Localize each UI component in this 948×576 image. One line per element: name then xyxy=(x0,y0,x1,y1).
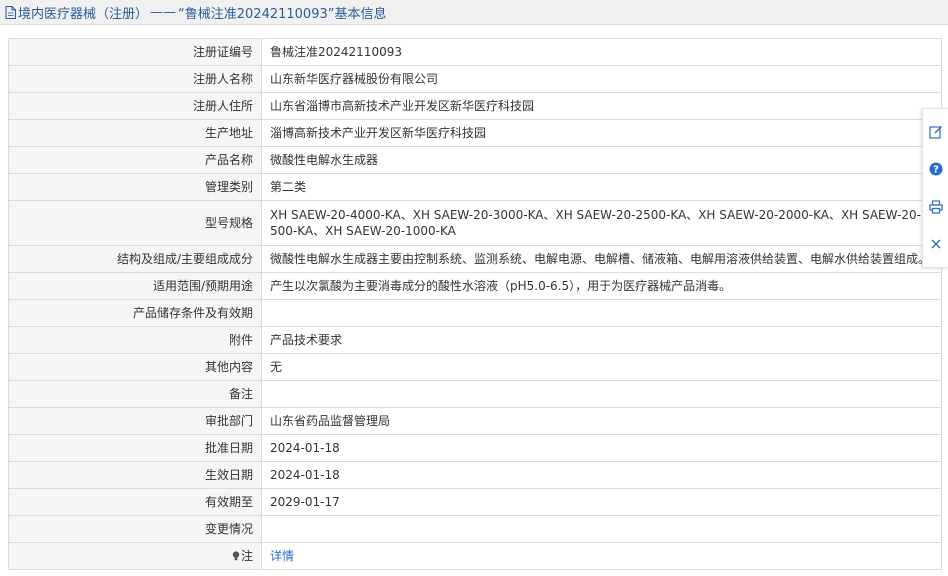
table-row: 管理类别 第二类 xyxy=(8,173,942,201)
row-value xyxy=(261,515,942,543)
row-value: 山东新华医疗器械股份有限公司 xyxy=(261,65,942,93)
row-label: 型号规格 xyxy=(8,200,262,246)
row-value: XH SAEW-20-4000-KA、XH SAEW-20-3000-KA、XH… xyxy=(261,200,942,246)
row-value: 2029-01-17 xyxy=(261,488,942,516)
row-label: 注册证编号 xyxy=(8,38,262,66)
table-row: 附件 产品技术要求 xyxy=(8,326,942,354)
row-value: 微酸性电解水生成器 xyxy=(261,146,942,174)
side-toolbar: ? xyxy=(922,108,948,268)
info-button[interactable]: ? xyxy=(927,160,945,178)
row-label: 变更情况 xyxy=(8,515,262,543)
table-row: 注册证编号 鲁械注准20242110093 xyxy=(8,38,942,66)
row-value: 鲁械注准20242110093 xyxy=(261,38,942,66)
lightbulb-icon xyxy=(232,551,240,561)
row-value xyxy=(261,299,942,327)
row-label: 生效日期 xyxy=(8,461,262,489)
row-label: 批准日期 xyxy=(8,434,262,462)
table-row: 有效期至 2029-01-17 xyxy=(8,488,942,516)
note-label-cell: 注 xyxy=(8,542,262,570)
page-header: 境内医疗器械（注册） —— “鲁械注准20242110093”基本信息 xyxy=(0,0,948,25)
row-value xyxy=(261,380,942,408)
table-row: 适用范围/预期用途 产生以次氯酸为主要消毒成分的酸性水溶液（pH5.0-6.5）… xyxy=(8,272,942,300)
row-label: 其他内容 xyxy=(8,353,262,381)
row-value: 微酸性电解水生成器主要由控制系统、监测系统、电解电源、电解槽、储液箱、电解用溶液… xyxy=(261,245,942,273)
row-label: 管理类别 xyxy=(8,173,262,201)
row-value: 产生以次氯酸为主要消毒成分的酸性水溶液（pH5.0-6.5），用于为医疗器械产品… xyxy=(261,272,942,300)
header-separator: —— xyxy=(150,4,177,20)
row-value: 淄博高新技术产业开发区新华医疗科技园 xyxy=(261,119,942,147)
row-value: 2024-01-18 xyxy=(261,434,942,462)
detail-table: 注册证编号 鲁械注准20242110093 注册人名称 山东新华医疗器械股份有限… xyxy=(8,38,942,570)
table-row: 型号规格 XH SAEW-20-4000-KA、XH SAEW-20-3000-… xyxy=(8,200,942,246)
row-value: 山东省药品监督管理局 xyxy=(261,407,942,435)
table-row: 产品名称 微酸性电解水生成器 xyxy=(8,146,942,174)
close-icon xyxy=(931,239,940,249)
row-label: 注册人名称 xyxy=(8,65,262,93)
row-label: 产品储存条件及有效期 xyxy=(8,299,262,327)
table-row: 备注 xyxy=(8,380,942,408)
row-value: 产品技术要求 xyxy=(261,326,942,354)
row-label: 结构及组成/主要组成成分 xyxy=(8,245,262,273)
table-row: 注册人住所 山东省淄博市高新技术产业开发区新华医疗科技园 xyxy=(8,92,942,120)
page-title: “鲁械注准20242110093”基本信息 xyxy=(178,6,387,22)
table-row: 注 详情 xyxy=(8,542,942,570)
row-value: 详情 xyxy=(261,542,942,570)
svg-text:?: ? xyxy=(933,165,939,176)
row-label: 生产地址 xyxy=(8,119,262,147)
row-label: 适用范围/预期用途 xyxy=(8,272,262,300)
print-button[interactable] xyxy=(927,198,945,216)
row-label: 注册人住所 xyxy=(8,92,262,120)
row-value: 无 xyxy=(261,353,942,381)
table-row: 产品储存条件及有效期 xyxy=(8,299,942,327)
row-label: 审批部门 xyxy=(8,407,262,435)
info-icon: ? xyxy=(929,162,942,176)
row-value: 2024-01-18 xyxy=(261,461,942,489)
note-label: 注 xyxy=(240,549,253,563)
header-section[interactable]: 境内医疗器械（注册） xyxy=(18,3,148,22)
row-label: 有效期至 xyxy=(8,488,262,516)
table-row: 变更情况 xyxy=(8,515,942,543)
row-label: 产品名称 xyxy=(8,146,262,174)
edit-button[interactable] xyxy=(927,123,945,141)
print-icon xyxy=(928,200,943,214)
table-row: 生效日期 2024-01-18 xyxy=(8,461,942,489)
details-link[interactable]: 详情 xyxy=(270,549,294,563)
close-button[interactable] xyxy=(927,235,945,253)
table-row: 注册人名称 山东新华医疗器械股份有限公司 xyxy=(8,65,942,93)
table-row: 批准日期 2024-01-18 xyxy=(8,434,942,462)
table-row: 其他内容 无 xyxy=(8,353,942,381)
row-label: 备注 xyxy=(8,380,262,408)
table-row: 结构及组成/主要组成成分 微酸性电解水生成器主要由控制系统、监测系统、电解电源、… xyxy=(8,245,942,273)
row-value: 山东省淄博市高新技术产业开发区新华医疗科技园 xyxy=(261,92,942,120)
table-row: 生产地址 淄博高新技术产业开发区新华医疗科技园 xyxy=(8,119,942,147)
document-icon xyxy=(5,5,16,19)
table-row: 审批部门 山东省药品监督管理局 xyxy=(8,407,942,435)
edit-icon xyxy=(928,125,942,139)
row-label: 附件 xyxy=(8,326,262,354)
row-value: 第二类 xyxy=(261,173,942,201)
